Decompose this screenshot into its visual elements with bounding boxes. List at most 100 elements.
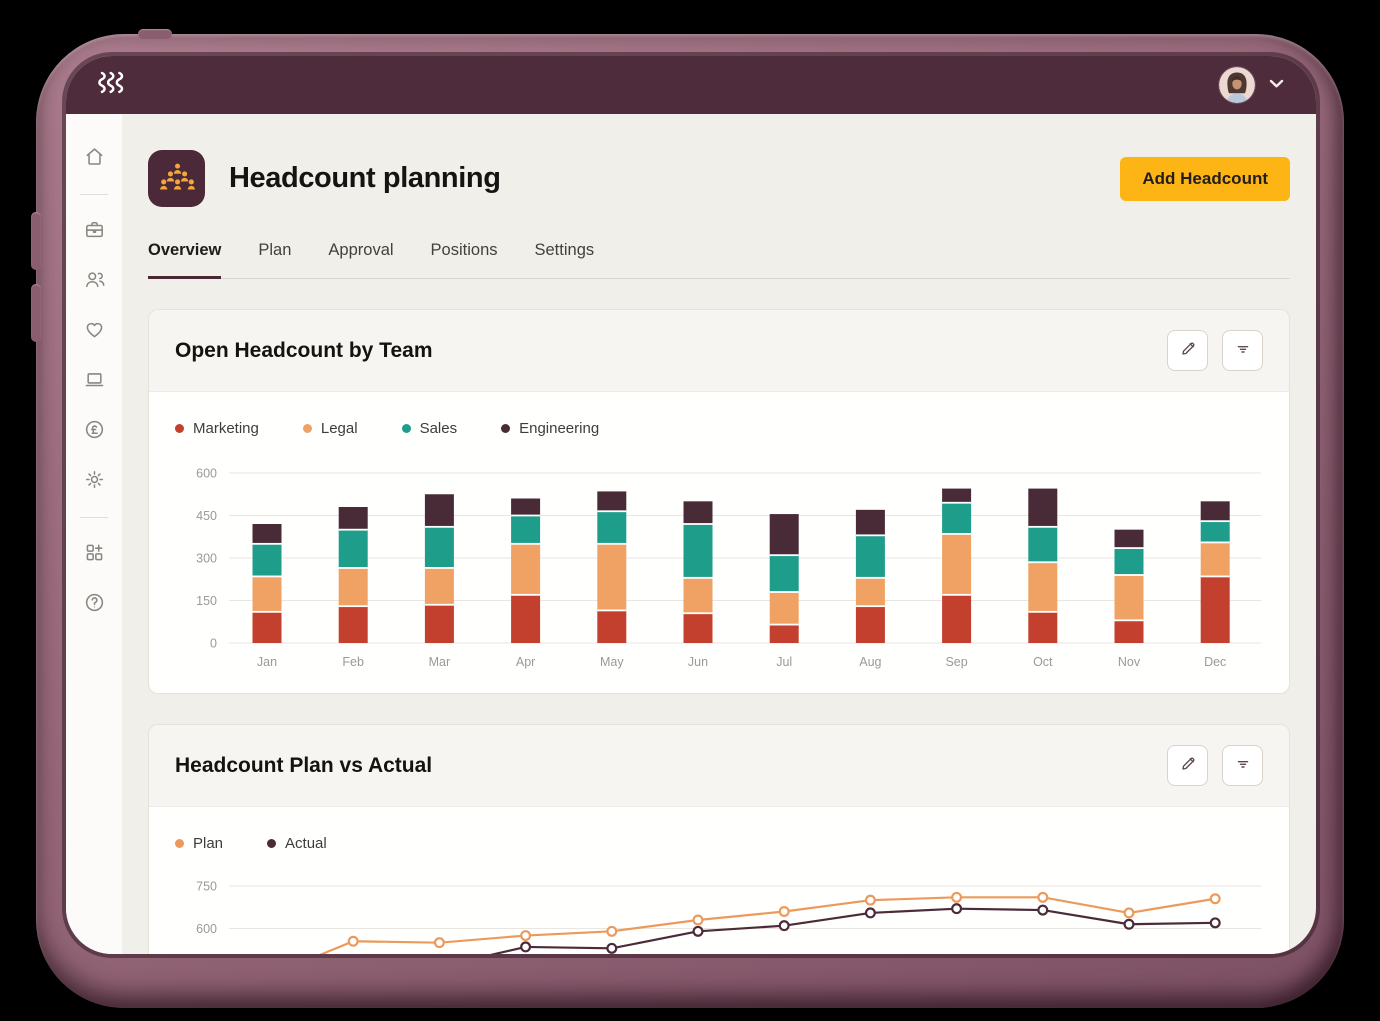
svg-text:Oct: Oct	[1033, 655, 1053, 669]
device-volume-button	[31, 284, 41, 342]
sidebar-item-people[interactable]	[76, 263, 112, 299]
pound-coin-icon	[83, 418, 106, 444]
heart-icon	[83, 318, 106, 344]
svg-text:600: 600	[196, 922, 217, 936]
tab-settings[interactable]: Settings	[535, 241, 595, 278]
page-header: Headcount planning Add Headcount	[148, 150, 1290, 207]
card-actions	[1167, 745, 1263, 786]
sidebar-item-gear[interactable]	[76, 463, 112, 499]
card-title: Open Headcount by Team	[175, 339, 433, 363]
filter-button[interactable]	[1222, 330, 1263, 371]
people-icon	[83, 268, 106, 294]
home-icon	[83, 145, 106, 171]
sidebar-item-laptop[interactable]	[76, 363, 112, 399]
sidebar-item-home[interactable]	[76, 140, 112, 176]
card-header: Headcount Plan vs Actual	[149, 725, 1289, 807]
svg-text:750: 750	[196, 880, 217, 894]
sidebar-nav	[66, 114, 122, 954]
tab-overview[interactable]: Overview	[148, 241, 221, 279]
legend-dot	[501, 424, 510, 433]
tab-approval[interactable]: Approval	[328, 241, 393, 278]
sidebar-item-help[interactable]	[76, 586, 112, 622]
chevron-down-icon[interactable]	[1269, 76, 1284, 94]
svg-text:Dec: Dec	[1204, 655, 1226, 669]
filter-icon	[1233, 339, 1253, 362]
legend-dot	[402, 424, 411, 433]
chart-legend: Marketing Legal Sales Engineering	[175, 420, 1263, 437]
card-actions	[1167, 330, 1263, 371]
legend-label: Marketing	[193, 420, 259, 437]
svg-text:Sep: Sep	[945, 655, 967, 669]
svg-text:Jul: Jul	[776, 655, 792, 669]
svg-text:150: 150	[196, 594, 217, 608]
edit-pencil-icon	[1178, 339, 1198, 362]
chart-legend: Plan Actual	[175, 835, 1263, 852]
svg-text:Apr: Apr	[516, 655, 535, 669]
headcount-people-icon	[148, 150, 205, 207]
legend-label: Sales	[420, 420, 458, 437]
user-menu[interactable]	[1219, 67, 1284, 103]
card-body: PlanActual 0150300450600750JanFebMarAprM…	[149, 807, 1289, 954]
briefcase-icon	[83, 218, 106, 244]
legend-item-sales: Sales	[402, 420, 458, 437]
help-icon	[83, 591, 106, 617]
plan-vs-actual-line-chart: 0150300450600750JanFebMarAprMayJunJulAug…	[175, 878, 1263, 954]
device-volume-button	[31, 212, 41, 270]
laptop-icon	[83, 368, 106, 394]
tablet-device-frame: Headcount planning Add Headcount Overvie…	[36, 34, 1344, 1008]
sidebar-divider	[80, 517, 108, 518]
app-screen: Headcount planning Add Headcount Overvie…	[66, 56, 1316, 954]
tab-plan[interactable]: Plan	[258, 241, 291, 278]
sidebar-item-pound-coin[interactable]	[76, 413, 112, 449]
legend-dot	[175, 839, 184, 848]
legend-label: Plan	[193, 835, 223, 852]
edit-pencil-button[interactable]	[1167, 330, 1208, 371]
legend-item-legal: Legal	[303, 420, 358, 437]
svg-text:Feb: Feb	[342, 655, 364, 669]
svg-text:300: 300	[196, 552, 217, 566]
legend-dot	[303, 424, 312, 433]
open-headcount-bar-chart: 0 150 300 450 600 Jan Feb Mar Apr May Jun Jul Aug Sep…	[175, 463, 1263, 675]
rippling-wave-logo	[98, 70, 128, 101]
svg-text:Aug: Aug	[859, 655, 881, 669]
page-title: Headcount planning	[229, 162, 501, 195]
plan-vs-actual-card: Headcount Plan vs Actual PlanActual 0150…	[148, 724, 1290, 954]
svg-text:Jan: Jan	[257, 655, 277, 669]
legend-item-engineering: Engineering	[501, 420, 599, 437]
legend-dot	[267, 839, 276, 848]
legend-label: Actual	[285, 835, 327, 852]
card-title: Headcount Plan vs Actual	[175, 754, 432, 778]
legend-item-plan: Plan	[175, 835, 223, 852]
legend-label: Legal	[321, 420, 358, 437]
sidebar-divider	[80, 194, 108, 195]
legend-label: Engineering	[519, 420, 599, 437]
svg-text:May: May	[600, 655, 624, 669]
sidebar-item-heart[interactable]	[76, 313, 112, 349]
card-header: Open Headcount by Team	[149, 310, 1289, 392]
add-headcount-button[interactable]: Add Headcount	[1120, 157, 1290, 201]
sidebar-item-briefcase[interactable]	[76, 213, 112, 249]
legend-item-marketing: Marketing	[175, 420, 259, 437]
user-avatar-photo[interactable]	[1219, 67, 1255, 103]
legend-dot	[175, 424, 184, 433]
sidebar-item-apps-add[interactable]	[76, 536, 112, 572]
tab-positions[interactable]: Positions	[431, 241, 498, 278]
svg-text:Mar: Mar	[429, 655, 451, 669]
svg-text:Nov: Nov	[1118, 655, 1141, 669]
legend-item-actual: Actual	[267, 835, 327, 852]
edit-pencil-icon	[1178, 754, 1198, 777]
apps-add-icon	[83, 541, 106, 567]
tab-bar: Overview Plan Approval Positions Settings	[148, 241, 1290, 279]
svg-text:Jun: Jun	[688, 655, 708, 669]
svg-text:450: 450	[196, 509, 217, 523]
edit-pencil-button[interactable]	[1167, 745, 1208, 786]
svg-text:600: 600	[196, 467, 217, 481]
filter-icon	[1233, 754, 1253, 777]
gear-icon	[83, 468, 106, 494]
main-content: Headcount planning Add Headcount Overvie…	[122, 114, 1316, 954]
device-top-button	[138, 29, 172, 39]
app-topbar	[66, 56, 1316, 114]
svg-text:0: 0	[210, 637, 217, 651]
filter-button[interactable]	[1222, 745, 1263, 786]
open-headcount-card: Open Headcount by Team Marketing Legal Sal…	[148, 309, 1290, 694]
